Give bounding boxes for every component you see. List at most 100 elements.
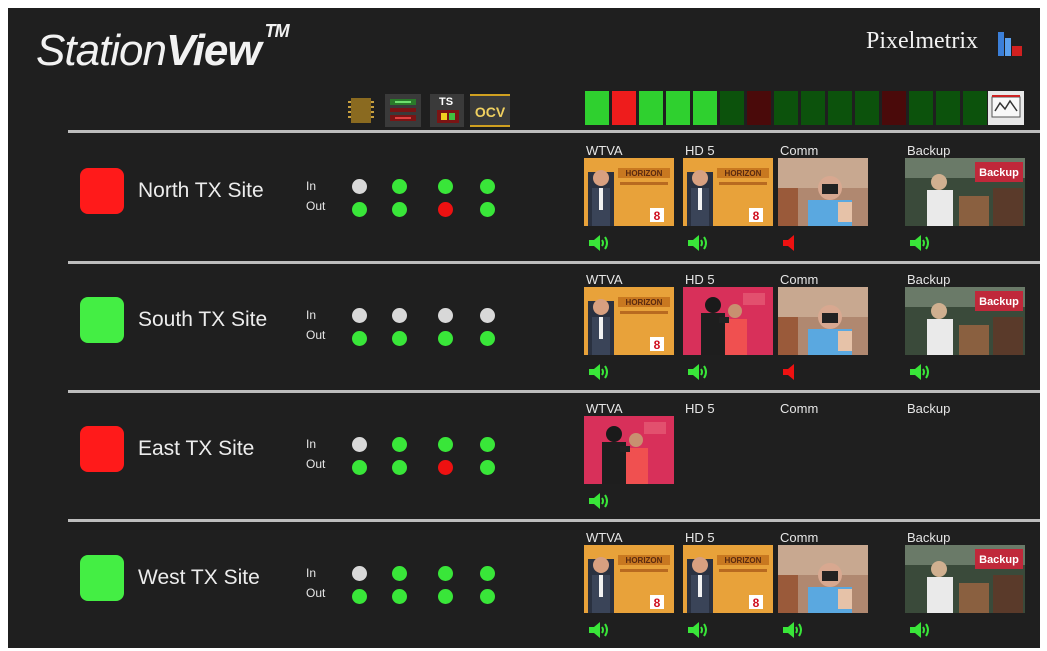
site-status-indicator[interactable] xyxy=(80,426,124,472)
input-led[interactable] xyxy=(480,437,495,452)
channel-thumbnail[interactable] xyxy=(778,287,868,355)
output-led[interactable] xyxy=(438,589,453,604)
input-led[interactable] xyxy=(352,179,367,194)
site-status-indicator[interactable] xyxy=(80,297,124,343)
input-led[interactable] xyxy=(438,179,453,194)
input-led[interactable] xyxy=(352,566,367,581)
status-indicator[interactable] xyxy=(720,91,744,125)
monitor-icon[interactable] xyxy=(988,91,1024,125)
status-indicator[interactable] xyxy=(585,91,609,125)
site-status-indicator[interactable] xyxy=(80,555,124,601)
svg-text:Backup: Backup xyxy=(979,167,1019,179)
status-indicator[interactable] xyxy=(747,91,771,125)
channel-label: HD 5 xyxy=(685,143,715,158)
svg-text:8: 8 xyxy=(753,209,760,223)
layers-icon[interactable] xyxy=(385,94,421,127)
site-row[interactable]: West TX Site In Out WTVA HORIZON 8 HD 5 HORIZON… xyxy=(8,522,1040,648)
output-led[interactable] xyxy=(480,202,495,217)
channel-thumbnail[interactable]: Backup xyxy=(905,158,1025,226)
output-led[interactable] xyxy=(438,460,453,475)
app-title: StationView TM xyxy=(36,21,290,76)
status-indicator[interactable] xyxy=(909,91,933,125)
speaker-icon[interactable] xyxy=(687,621,709,639)
output-led[interactable] xyxy=(480,460,495,475)
channel-thumbnail[interactable] xyxy=(778,158,868,226)
output-led[interactable] xyxy=(438,202,453,217)
output-led[interactable] xyxy=(352,589,367,604)
status-indicator[interactable] xyxy=(666,91,690,125)
output-led[interactable] xyxy=(480,331,495,346)
input-led[interactable] xyxy=(392,179,407,194)
status-indicator[interactable] xyxy=(855,91,879,125)
site-name[interactable]: North TX Site xyxy=(138,179,264,203)
speaker-icon[interactable] xyxy=(909,363,931,381)
output-led[interactable] xyxy=(480,589,495,604)
channel-thumbnail[interactable]: HORIZON 8 xyxy=(584,545,674,613)
input-led[interactable] xyxy=(392,437,407,452)
site-row[interactable]: North TX Site In Out WTVA HORIZON 8 HD 5 HORIZO… xyxy=(8,135,1040,263)
channel-thumbnail[interactable]: HORIZON 8 xyxy=(584,287,674,355)
channel-thumbnail[interactable]: Backup xyxy=(905,287,1025,355)
chip-icon[interactable] xyxy=(345,94,378,127)
channel-thumbnail[interactable]: HORIZON 8 xyxy=(683,158,773,226)
speaker-icon[interactable] xyxy=(588,492,610,510)
output-led[interactable] xyxy=(392,202,407,217)
stationview-dashboard: StationView TM Pixelmetrix TS OCV North … xyxy=(8,8,1040,648)
input-led[interactable] xyxy=(438,437,453,452)
channel-thumbnail[interactable] xyxy=(778,545,868,613)
site-name[interactable]: West TX Site xyxy=(138,566,260,590)
transport-stream-icon[interactable]: TS xyxy=(430,94,464,127)
status-indicator[interactable] xyxy=(774,91,798,125)
speaker-muted-icon[interactable] xyxy=(782,234,804,252)
status-indicator[interactable] xyxy=(801,91,825,125)
input-led[interactable] xyxy=(438,566,453,581)
status-indicator[interactable] xyxy=(693,91,717,125)
in-label: In xyxy=(306,437,317,451)
status-indicator[interactable] xyxy=(963,91,987,125)
input-led[interactable] xyxy=(392,566,407,581)
status-indicator[interactable] xyxy=(828,91,852,125)
status-indicator[interactable] xyxy=(936,91,960,125)
output-led[interactable] xyxy=(392,331,407,346)
input-led[interactable] xyxy=(438,308,453,323)
input-led[interactable] xyxy=(392,308,407,323)
output-led[interactable] xyxy=(392,460,407,475)
status-indicator[interactable] xyxy=(612,91,636,125)
output-led[interactable] xyxy=(352,460,367,475)
channel-thumbnail[interactable]: HORIZON 8 xyxy=(584,158,674,226)
ocv-icon[interactable]: OCV xyxy=(470,94,510,127)
site-status-indicator[interactable] xyxy=(80,168,124,214)
speaker-muted-icon[interactable] xyxy=(782,363,804,381)
status-indicator[interactable] xyxy=(882,91,906,125)
in-label: In xyxy=(306,308,317,322)
speaker-icon[interactable] xyxy=(687,363,709,381)
speaker-icon[interactable] xyxy=(782,621,804,639)
site-row[interactable]: East TX Site In Out WTVA HD 5 Comm Backup xyxy=(8,393,1040,521)
input-led[interactable] xyxy=(480,179,495,194)
channel-thumbnail[interactable] xyxy=(683,287,773,355)
site-name[interactable]: East TX Site xyxy=(138,437,254,461)
output-led[interactable] xyxy=(392,589,407,604)
output-led[interactable] xyxy=(438,331,453,346)
channel-thumbnail[interactable] xyxy=(584,416,674,484)
speaker-icon[interactable] xyxy=(588,234,610,252)
input-led[interactable] xyxy=(352,437,367,452)
channel-thumbnail[interactable]: HORIZON 8 xyxy=(683,545,773,613)
output-led[interactable] xyxy=(352,331,367,346)
speaker-icon[interactable] xyxy=(909,234,931,252)
site-name[interactable]: South TX Site xyxy=(138,308,267,332)
svg-text:HORIZON: HORIZON xyxy=(626,169,663,178)
speaker-icon[interactable] xyxy=(909,621,931,639)
input-led[interactable] xyxy=(480,566,495,581)
status-indicator[interactable] xyxy=(639,91,663,125)
output-led[interactable] xyxy=(352,202,367,217)
site-row[interactable]: South TX Site In Out WTVA HORIZON 8 HD 5 Comm Ba… xyxy=(8,264,1040,392)
channel-thumbnail[interactable]: Backup xyxy=(905,545,1025,613)
input-led[interactable] xyxy=(352,308,367,323)
svg-text:8: 8 xyxy=(654,596,661,610)
speaker-icon[interactable] xyxy=(588,363,610,381)
speaker-icon[interactable] xyxy=(687,234,709,252)
speaker-icon[interactable] xyxy=(588,621,610,639)
channel-label: Backup xyxy=(907,530,951,545)
input-led[interactable] xyxy=(480,308,495,323)
